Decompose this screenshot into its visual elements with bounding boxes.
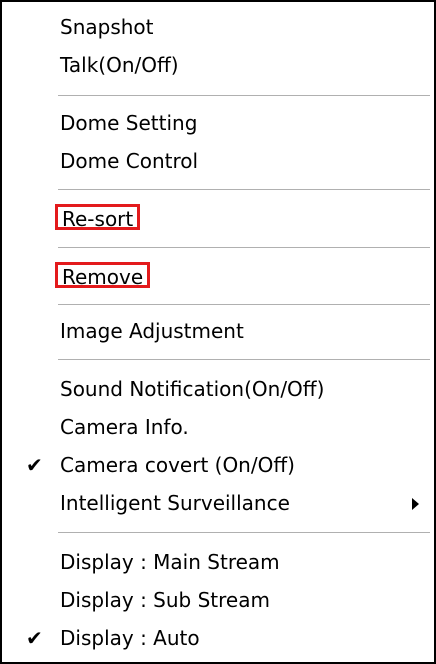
- menu-item-label: Dome Control: [60, 149, 199, 173]
- menu-item-re-sort[interactable]: Re-sort: [2, 198, 434, 236]
- menu-separator: [58, 304, 430, 305]
- checkmark-icon: ✔: [26, 626, 43, 650]
- menu-item-label: Intelligent Surveillance: [60, 491, 290, 515]
- menu-item-label: Sound Notification(On/Off): [60, 377, 325, 401]
- menu-item-sound-notification[interactable]: Sound Notification(On/Off): [2, 370, 434, 408]
- menu-separator: [58, 247, 430, 248]
- menu-item-camera-info[interactable]: Camera Info.: [2, 408, 434, 446]
- menu-item-display-main-stream[interactable]: Display : Main Stream: [2, 543, 434, 581]
- menu-item-label: Camera covert (On/Off): [60, 453, 295, 477]
- menu-separator: [58, 359, 430, 360]
- menu-item-dome-setting[interactable]: Dome Setting: [2, 104, 434, 142]
- menu-item-label: Display : Auto: [60, 626, 200, 650]
- menu-item-intelligent-surveillance[interactable]: Intelligent Surveillance: [2, 484, 434, 522]
- menu-item-label: Snapshot: [60, 15, 154, 39]
- menu-item-camera-covert[interactable]: ✔ Camera covert (On/Off): [2, 446, 434, 484]
- menu-item-display-sub-stream[interactable]: Display : Sub Stream: [2, 581, 434, 619]
- submenu-arrow-icon: [412, 498, 419, 510]
- menu-item-label-highlighted: Re-sort: [55, 204, 141, 231]
- menu-item-image-adjustment[interactable]: Image Adjustment: [2, 312, 434, 350]
- menu-item-label: Display : Main Stream: [60, 550, 280, 574]
- checkmark-icon: ✔: [26, 453, 43, 477]
- context-menu: Snapshot Talk(On/Off) Dome Setting Dome …: [0, 0, 436, 664]
- menu-item-label-highlighted: Remove: [55, 262, 151, 289]
- menu-item-talk[interactable]: Talk(On/Off): [2, 46, 434, 84]
- menu-separator: [58, 532, 430, 533]
- menu-item-remove[interactable]: Remove: [2, 256, 434, 294]
- menu-item-dome-control[interactable]: Dome Control: [2, 142, 434, 180]
- menu-item-label: Camera Info.: [60, 415, 189, 439]
- menu-item-display-auto[interactable]: ✔ Display : Auto: [2, 619, 434, 657]
- menu-item-label: Image Adjustment: [60, 319, 244, 343]
- menu-item-label: Display : Sub Stream: [60, 588, 270, 612]
- menu-item-snapshot[interactable]: Snapshot: [2, 8, 434, 46]
- menu-item-label: Dome Setting: [60, 111, 198, 135]
- menu-separator: [58, 189, 430, 190]
- menu-item-label: Talk(On/Off): [60, 53, 179, 77]
- menu-separator: [58, 95, 430, 96]
